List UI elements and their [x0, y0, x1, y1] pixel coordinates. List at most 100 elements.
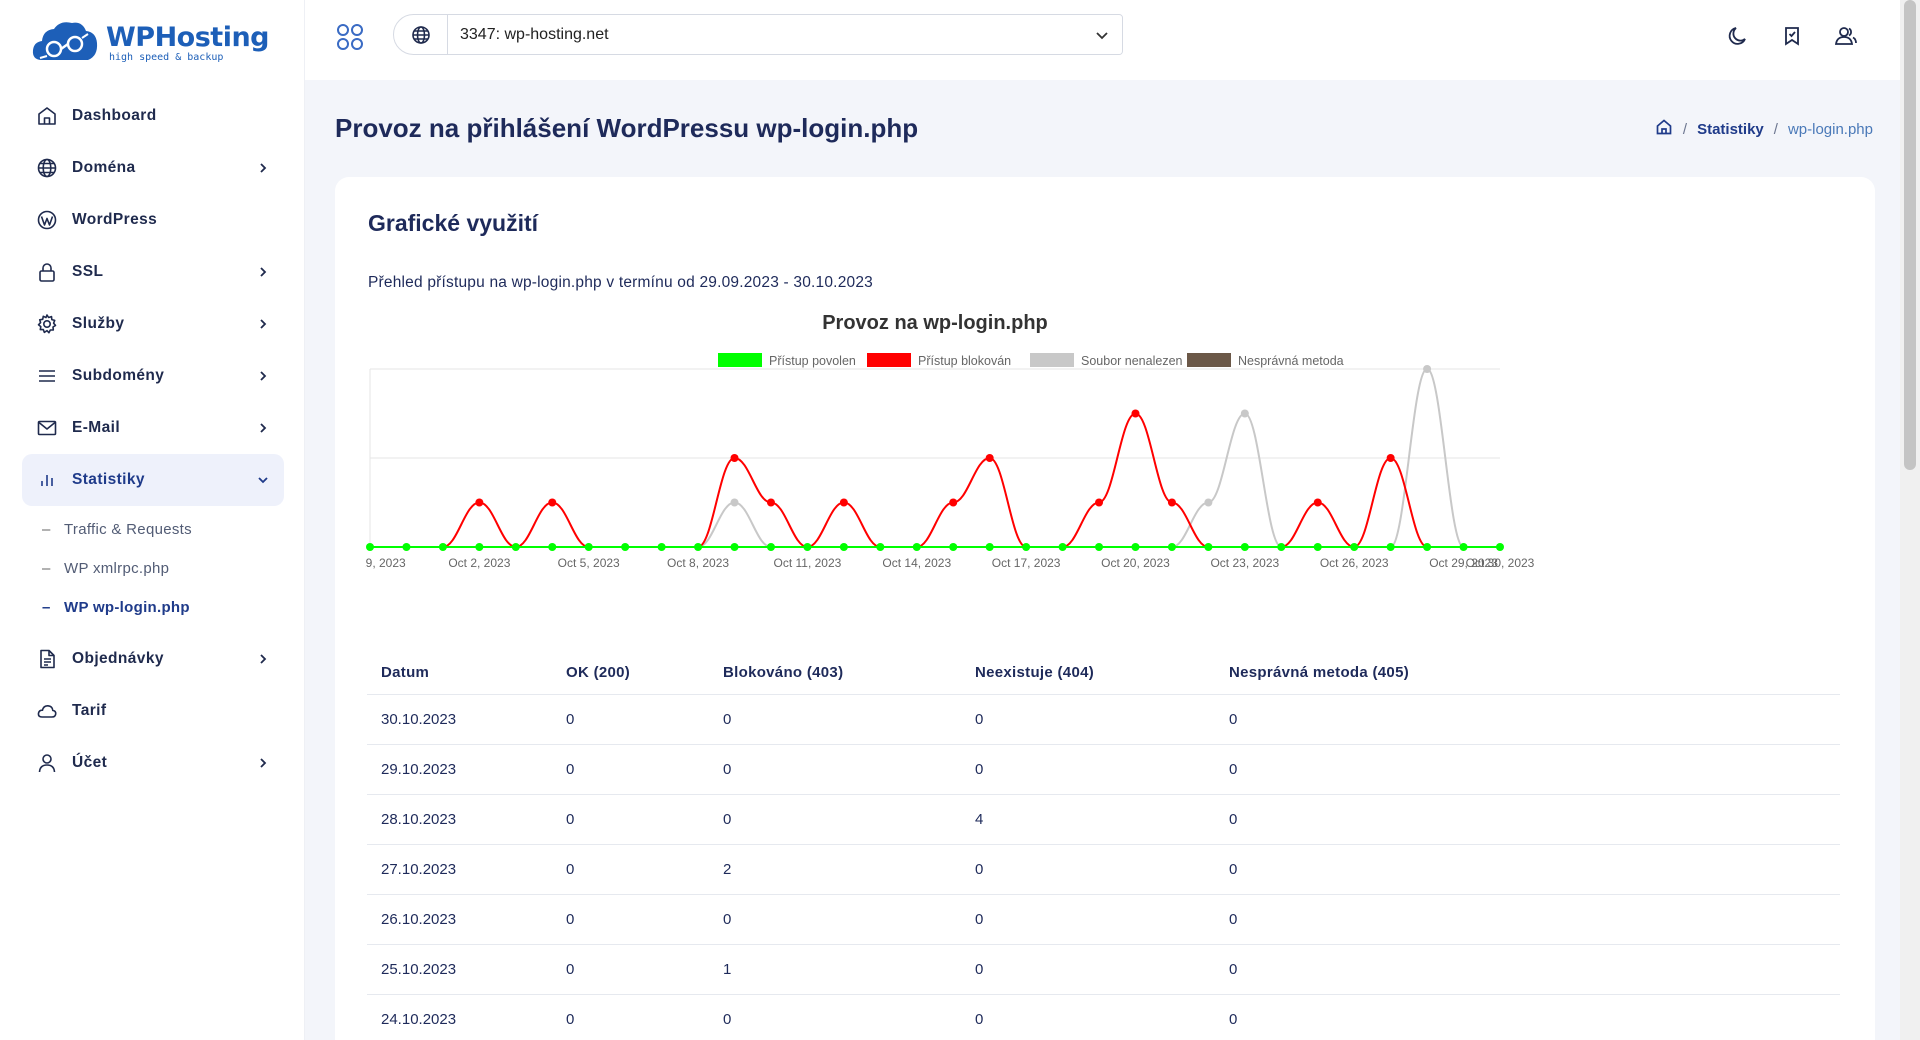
sidebar-item-label: WordPress	[72, 211, 158, 228]
x-tick-label: Oct 5, 2023	[558, 556, 620, 570]
chevron-right-icon	[256, 265, 270, 279]
column-header[interactable]: Neexistuje (404)	[961, 652, 1215, 695]
submenu-item[interactable]: – WP xmlrpc.php	[42, 549, 284, 588]
table-cell: 24.10.2023	[367, 994, 552, 1040]
apps-icon[interactable]	[335, 22, 365, 52]
table-cell: 0	[552, 994, 709, 1040]
bookmark-icon[interactable]	[1778, 22, 1806, 50]
sidebar-item-label: Dashboard	[72, 107, 157, 124]
table-cell: 0	[709, 744, 961, 795]
table-cell: 0	[1215, 944, 1840, 995]
table-cell: 0	[1215, 794, 1840, 845]
sidebar-item-label: Služby	[72, 315, 125, 332]
sidebar-item-domena[interactable]: Doména	[22, 142, 284, 194]
table-row: 27.10.2023 0 2 0 0	[367, 844, 1840, 895]
table-cell: 28.10.2023	[367, 794, 552, 845]
page-title: Provoz na přihlášení WordPressu wp-login…	[335, 113, 919, 143]
submenu-dash: –	[42, 560, 51, 577]
column-header[interactable]: OK (200)	[552, 652, 709, 695]
topbar: 3347: wp-hosting.net	[305, 0, 1900, 80]
globe-icon	[36, 157, 58, 179]
table-cell: 0	[961, 744, 1215, 795]
sidebar-item-objednavky[interactable]: Objednávky	[22, 633, 284, 685]
brand-logo[interactable]: WPHosting high speed & backup	[30, 18, 270, 68]
gear-icon	[36, 313, 58, 335]
data-point	[1167, 498, 1176, 507]
data-point	[1386, 454, 1395, 462]
sidebar-item-statistiky[interactable]: Statistiky	[22, 454, 284, 506]
legend-swatch	[1187, 353, 1231, 367]
domain-select[interactable]: 3347: wp-hosting.net	[393, 14, 1123, 55]
breadcrumb-link-statistiky[interactable]: Statistiky	[1697, 121, 1764, 138]
data-point	[402, 543, 411, 551]
column-header[interactable]: Nesprávná metoda (405)	[1215, 652, 1840, 695]
brand-tagline: high speed & backup	[109, 51, 224, 63]
data-point	[1313, 498, 1322, 507]
users-icon[interactable]	[1832, 22, 1860, 50]
statistiky-submenu: – Traffic & Requests – WP xmlrpc.php – WP wp-…	[22, 506, 284, 633]
data-point	[1167, 543, 1176, 551]
sidebar-item-wordpress[interactable]: WordPress	[22, 194, 284, 246]
submenu-item[interactable]: – WP wp-login.php	[42, 588, 284, 627]
table-cell: 25.10.2023	[367, 944, 552, 995]
table-cell: 0	[1215, 894, 1840, 945]
brand-name: WPHosting	[106, 21, 270, 53]
table-cell: 1	[709, 944, 961, 995]
lock-icon	[36, 261, 58, 283]
data-point	[949, 543, 958, 551]
data-point	[366, 543, 374, 551]
data-point	[839, 498, 848, 507]
data-point	[511, 543, 520, 551]
column-header[interactable]: Datum	[367, 652, 552, 695]
data-point	[1095, 498, 1104, 507]
bar-chart-icon	[36, 469, 58, 491]
page-scrollbar[interactable]	[1900, 0, 1920, 1040]
data-point	[912, 543, 921, 551]
wordpress-icon	[36, 209, 58, 231]
data-point	[584, 543, 593, 551]
data-point	[1095, 543, 1104, 551]
scrollbar-thumb[interactable]	[1904, 0, 1916, 470]
column-header[interactable]: Blokováno (403)	[709, 652, 961, 695]
x-tick-label: Sep 29, 2023	[365, 556, 406, 570]
home-icon[interactable]	[1655, 118, 1673, 140]
sidebar-item-tarif[interactable]: Tarif	[22, 685, 284, 737]
chevron-down-icon	[1082, 28, 1122, 42]
stats-table: Datum OK (200) Blokováno (403) Neexistuje (…	[367, 652, 1840, 1040]
sidebar-item-ssl[interactable]: SSL	[22, 246, 284, 298]
home-icon	[36, 105, 58, 127]
table-cell: 0	[1215, 994, 1840, 1040]
chevron-right-icon	[256, 756, 270, 770]
sidebar-item-subdomeny[interactable]: Subdomény	[22, 350, 284, 402]
sidebar-item-dashboard[interactable]: Dashboard	[22, 90, 284, 142]
legend-label: Soubor nenalezen	[1081, 354, 1183, 368]
data-point	[1240, 409, 1249, 418]
legend-label: Nesprávná metoda	[1238, 354, 1344, 368]
chart-title: Provoz na wp-login.php	[822, 312, 1048, 334]
data-point	[985, 543, 994, 551]
data-point	[730, 543, 739, 551]
sidebar-item-e-mail[interactable]: E-Mail	[22, 402, 284, 454]
chevron-right-icon	[256, 161, 270, 175]
data-point	[803, 543, 812, 551]
moon-icon[interactable]	[1724, 22, 1752, 50]
table-row: 25.10.2023 0 1 0 0	[367, 944, 1840, 995]
legend-label: Přístup povolen	[769, 354, 856, 368]
x-tick-label: Oct 30, 2023	[1466, 556, 1535, 570]
table-cell: 26.10.2023	[367, 894, 552, 945]
data-point	[548, 543, 557, 551]
data-point	[475, 543, 484, 551]
sidebar-item-ucet[interactable]: Účet	[22, 737, 284, 789]
data-point	[985, 454, 994, 462]
submenu-item[interactable]: – Traffic & Requests	[42, 510, 284, 549]
data-point	[1204, 498, 1213, 507]
table-cell: 29.10.2023	[367, 744, 552, 795]
chevron-right-icon	[256, 421, 270, 435]
data-point	[1459, 543, 1468, 551]
table-cell: 0	[961, 994, 1215, 1040]
x-tick-label: Oct 11, 2023	[774, 556, 842, 570]
table-cell: 0	[961, 894, 1215, 945]
sidebar-item-sluzby[interactable]: Služby	[22, 298, 284, 350]
x-tick-label: Oct 17, 2023	[992, 556, 1061, 570]
data-point	[1496, 543, 1504, 551]
